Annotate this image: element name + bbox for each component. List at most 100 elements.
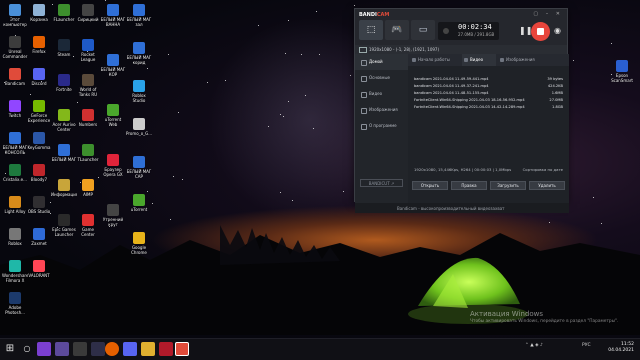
taskbar-app-icon[interactable]	[159, 342, 173, 356]
desktop-icon[interactable]: БЕЛЫЙ МАГ	[51, 144, 77, 162]
language-indicator[interactable]: РУС	[582, 343, 591, 348]
desktop-icon[interactable]: KeyGomma	[26, 132, 52, 150]
sidebar-item[interactable]: Изображения	[355, 102, 408, 118]
desktop-icon[interactable]: FLauncher	[51, 4, 77, 22]
desktop-icon[interactable]: Корзина	[26, 4, 52, 22]
desktop-icon[interactable]: Google Chrome	[126, 232, 152, 255]
desktop-icon[interactable]: Roblox Studio	[126, 80, 152, 103]
desktop-icon[interactable]: Epic Games Launcher	[51, 214, 77, 237]
desktop-icon[interactable]: Roblox	[2, 228, 28, 246]
desktop-icon[interactable]: БЕЛЫЙ МАГ САР	[126, 156, 152, 179]
sidebar-item[interactable]: Видео	[355, 86, 408, 102]
file-row[interactable]: FortniteClient-Win64-Shipping 2021-04-03…	[412, 97, 565, 104]
star	[77, 102, 78, 103]
desktop-icon[interactable]: БЕЛЫЙ МАГ КОР	[100, 54, 126, 77]
desktop-icon-label: Утренний круг	[102, 217, 124, 227]
desktop-icon[interactable]: Discord	[26, 68, 52, 86]
delete-button[interactable]: Удалить	[529, 181, 565, 190]
desktop-icon[interactable]: Cristalix.e...	[2, 164, 28, 182]
desktop-icon[interactable]: Promo_o_G...	[126, 118, 152, 136]
desktop-icon[interactable]: Unreal Commander	[2, 36, 28, 59]
desktop-icon[interactable]: GeForce Experience	[26, 100, 52, 123]
desktop-icon[interactable]: Firefox	[26, 36, 52, 54]
desktop-icon[interactable]: Adobe Photosh...	[2, 292, 28, 315]
file-row[interactable]: bandicam 2021-04-04 11-48-51-155.mp4 1.6M…	[412, 90, 565, 97]
desktop-icon[interactable]: Rocket League	[75, 39, 101, 62]
desktop-icon[interactable]: БЕЛЫЙ МАГ зал	[126, 4, 152, 27]
desktop-icon[interactable]: Zaxmet	[26, 228, 52, 246]
file-row[interactable]: bandicam 2021-04-04 11-49-37-241.mp4 424.…	[412, 83, 565, 90]
screen-mode-button[interactable]: ⬚	[359, 20, 383, 40]
desktop-icon[interactable]: uTorrent	[126, 194, 152, 212]
desktop-icon[interactable]: uTorrent Web	[100, 104, 126, 127]
file-row[interactable]: bandicam 2021-04-04 11-49-59-441.mp4 39 b…	[412, 76, 565, 83]
device-mode-button[interactable]: ▭	[411, 20, 435, 40]
bandicam-window[interactable]: BANDICAM ▢ – ✕ ⬚ 🎮 ▭ 00:02:34 27.0MB / 2…	[354, 8, 569, 213]
discord-icon	[33, 68, 45, 80]
desktop-icon[interactable]: Numbers	[75, 109, 101, 127]
upload-button[interactable]: Загрузить	[490, 181, 526, 190]
file-row[interactable]: FortniteClient-Win64-Shipping 2021-04-03…	[412, 104, 565, 111]
bandicam-logo: BANDICAM	[359, 12, 390, 18]
taskbar-app-icon[interactable]	[37, 342, 51, 356]
desktop-icon[interactable]: Twitch	[2, 100, 28, 118]
desktop-icon[interactable]: Сирицкий	[75, 4, 101, 22]
computer-icon	[9, 4, 21, 16]
bandicam-sidebar: Домой Основные Видео Изображения О программе…	[355, 54, 408, 203]
desktop-icon[interactable]: VALORANT	[26, 260, 52, 278]
tlauncher-icon	[82, 144, 94, 156]
app-icon	[107, 4, 119, 16]
file-name: FortniteClient-Win64-Shipping 2021-04-03…	[414, 105, 525, 109]
desktop-icon[interactable]: Wondershare Filmora X	[2, 260, 28, 283]
sort-dropdown[interactable]: Сортировка по дате	[523, 167, 563, 172]
desktop-icon[interactable]: World of Tanks RU	[75, 74, 101, 97]
camera-icon[interactable]: ◉	[554, 26, 561, 35]
sidebar-item[interactable]: Домой	[355, 54, 408, 70]
desktop-icon[interactable]: OBS Studio	[26, 196, 52, 214]
desktop-icon[interactable]: Браузер Opera GX	[100, 154, 126, 177]
desktop-icon-label: Light Alloy	[4, 209, 26, 214]
tab-video[interactable]: Видео	[462, 54, 496, 66]
desktop-icon[interactable]: БЕЛЫЙ МАГ корид	[126, 42, 152, 65]
open-button[interactable]: Открыть	[412, 181, 448, 190]
bandicam-taskbar-icon[interactable]	[175, 342, 189, 356]
desktop-icon[interactable]: Light Alloy	[2, 196, 28, 214]
desktop-icon[interactable]: Epson ScanSmart	[608, 60, 636, 83]
star	[225, 80, 226, 81]
sidebar-item[interactable]: Основные	[355, 70, 408, 86]
desktop-icon-label: Numbers	[78, 122, 98, 127]
discord-icon[interactable]	[123, 342, 137, 356]
stop-record-button[interactable]	[531, 22, 550, 41]
desktop-icon[interactable]: AIMP	[75, 179, 101, 197]
taskbar-app-icon[interactable]	[55, 342, 69, 356]
search-icon[interactable]: ○	[20, 342, 34, 356]
tab-images[interactable]: Изображения	[498, 54, 548, 66]
desktop-icon[interactable]: Bandicam	[2, 68, 28, 86]
edit-button[interactable]: Правка	[451, 181, 487, 190]
clock[interactable]: 11:52 04.04.2021	[608, 342, 634, 354]
desktop-icon[interactable]: Информация	[51, 179, 77, 197]
desktop-icon[interactable]: БЕЛЫЙ МАГ КОНСОЛЬ	[2, 132, 28, 155]
desktop-icon[interactable]: Steam	[51, 39, 77, 57]
bandicut-link[interactable]: BANDICUT ↗	[360, 179, 403, 187]
sidebar-item[interactable]: О программе	[355, 118, 408, 134]
taskbar-app-icon[interactable]	[73, 342, 87, 356]
star	[611, 43, 612, 44]
desktop-icon[interactable]: Утренний круг	[100, 204, 126, 227]
desktop-icon[interactable]: Fortnite	[51, 74, 77, 92]
folder-icon[interactable]	[141, 342, 155, 356]
desktop-icon[interactable]: Acer Aurivo Center	[51, 109, 77, 132]
desktop-icon[interactable]: Этот компьютер	[2, 4, 28, 27]
desktop-icon[interactable]: Game Center	[75, 214, 101, 237]
window-controls[interactable]: ▢ – ✕	[533, 11, 563, 17]
start-button[interactable]: ⊞	[3, 342, 17, 356]
desktop-icon-label: Bandicam	[5, 81, 25, 86]
desktop-icon[interactable]: TLauncher	[75, 144, 101, 162]
desktop-icon[interactable]: Bloody7	[26, 164, 52, 182]
game-mode-button[interactable]: 🎮	[385, 20, 409, 40]
tab-getting-started[interactable]: Начало работы	[410, 54, 462, 66]
desktop-icon[interactable]: БЕЛЫЙ МАГ ВАННА	[100, 4, 126, 27]
firefox-icon[interactable]	[105, 342, 119, 356]
tray-icons[interactable]: ⌃ ▲ ◈ ♪	[525, 343, 543, 348]
taskbar-app-icon[interactable]	[91, 342, 105, 356]
